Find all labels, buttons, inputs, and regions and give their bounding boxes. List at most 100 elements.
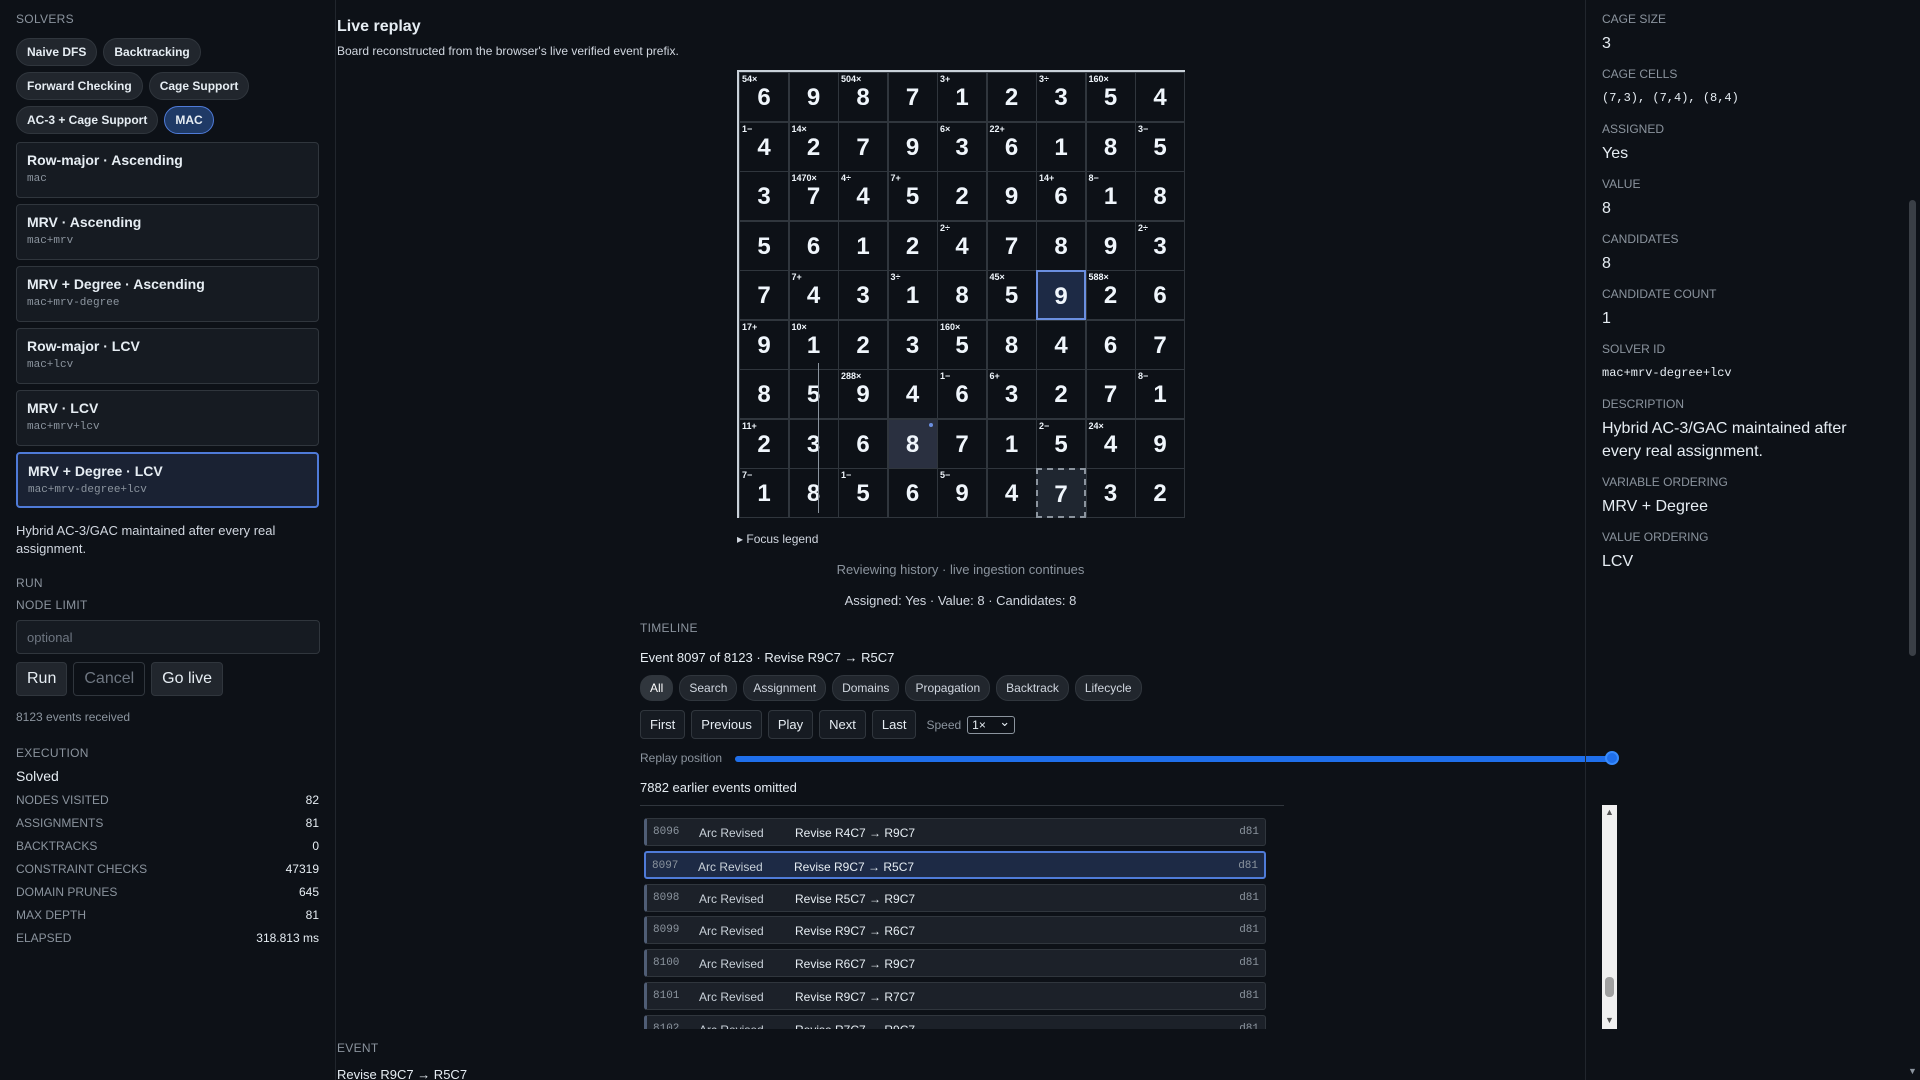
event-filter-chip[interactable]: Assignment [743,675,827,701]
board-cell[interactable]: 5 [788,369,839,419]
board-cell[interactable]: 6 [1135,270,1185,320]
board-cell[interactable]: 3 [1085,468,1136,518]
board-cell[interactable]: 6 1− [937,369,987,419]
board-cell[interactable]: 2 [937,171,987,221]
board-cell[interactable]: 1 8− [1135,369,1185,419]
board-cell[interactable]: 5 45× [986,270,1037,320]
board-cell[interactable]: 8 504× [838,72,888,122]
solver-option[interactable]: MRV · LCV mac+mrv+lcv [16,390,319,446]
page-scrollbar[interactable]: ▼ [1905,0,1920,1080]
board-cell[interactable]: 7 [1085,369,1136,419]
board-cell[interactable]: 9 [1036,270,1086,320]
solver-family-chip[interactable]: Cage Support [148,72,250,100]
board-cell[interactable]: 3 [739,171,789,221]
board-cell[interactable]: 4 24× [1085,418,1136,469]
board-cell[interactable]: 2 588× [1085,270,1136,320]
event-row[interactable]: 8101 Arc Revised Revise R9C7 → R7C7 d81 [644,982,1266,1010]
board-cell[interactable]: 3 6× [937,121,987,172]
board-cell[interactable]: 6 22+ [986,121,1037,172]
board-cell[interactable]: 9 [788,72,839,122]
focus-legend-toggle[interactable]: ▸ Focus legend [737,532,818,546]
board-cell[interactable]: 1 [838,220,888,271]
board-cell[interactable]: 2 [986,72,1037,122]
board-cell[interactable]: 1 3+ [937,72,987,122]
playback-first-button[interactable]: First [640,710,686,739]
go-live-button[interactable]: Go live [151,662,223,696]
board-cell[interactable]: 4 [1036,319,1086,370]
solver-family-chip[interactable]: Naive DFS [16,38,98,66]
solver-option[interactable]: MRV + Degree · Ascending mac+mrv-degree [16,266,319,322]
board-cell[interactable]: 8 [986,319,1037,370]
event-filter-chip[interactable]: Lifecycle [1074,675,1142,701]
board-cell[interactable]: 6 54× [739,72,789,122]
solver-option[interactable]: MRV + Degree · LCV mac+mrv-degree+lcv [16,452,319,508]
board-cell[interactable]: 1 7− [739,468,789,518]
playback-previous-button[interactable]: Previous [691,710,762,739]
event-row[interactable]: 8097 Arc Revised Revise R9C7 → R5C7 d81 [644,850,1266,879]
event-filter-chip[interactable]: Domains [832,675,900,701]
board-cell[interactable]: 7 1470× [788,171,839,221]
solver-family-chip[interactable]: AC-3 + Cage Support [16,106,159,134]
board-cell[interactable]: 8 [1135,171,1185,221]
board-cell[interactable]: 9 [887,121,938,172]
playback-next-button[interactable]: Next [819,710,866,739]
event-row[interactable]: 8098 Arc Revised Revise R5C7 → R9C7 d81 [644,883,1266,912]
board-cell[interactable]: 5 160× [937,319,987,370]
solver-family-chip[interactable]: Forward Checking [16,72,143,100]
board-cell[interactable]: 4 7+ [788,270,839,320]
board-cell[interactable]: 9 17+ [739,319,789,370]
board-cell[interactable]: 1 8− [1085,171,1136,221]
board-cell[interactable]: 6 [838,418,888,469]
board-cell[interactable]: 1 [986,418,1037,469]
board-cell[interactable]: 6 14+ [1036,171,1086,221]
board-cell[interactable]: 8 [887,418,938,469]
event-row[interactable]: 8102 Arc Revised Revise R7C7 → R9C7 d81 [644,1014,1266,1029]
board-cell[interactable]: 2 [887,220,938,271]
board-cell[interactable]: 8 [788,468,839,518]
event-filter-chip[interactable]: Search [679,675,738,701]
playback-last-button[interactable]: Last [871,710,917,739]
board-cell[interactable]: 6 [1085,319,1136,370]
board-cell[interactable]: 4 1− [739,121,789,172]
board-cell[interactable]: 4 2÷ [937,220,987,271]
page-scroll-thumb[interactable] [1909,200,1916,656]
board-cell[interactable]: 4 4÷ [838,171,888,221]
event-filter-chip[interactable]: Backtrack [996,675,1069,701]
speed-select[interactable]: 1× ⌄ [967,714,1016,734]
board-cell[interactable]: 7 [887,72,938,122]
board-cell[interactable]: 9 5− [937,468,987,518]
cancel-button[interactable]: Cancel [73,662,146,696]
board-cell[interactable]: 5 2− [1036,418,1086,469]
solver-family-chip[interactable]: MAC [164,106,214,134]
board-cell[interactable]: 1 10× [788,319,839,370]
event-row[interactable]: 8099 Arc Revised Revise R9C7 → R6C7 d81 [644,916,1266,945]
board-cell[interactable]: 5 1− [838,468,888,518]
event-row[interactable]: 8100 Arc Revised Revise R6C7 → R9C7 d81 [644,949,1266,978]
replay-slider[interactable] [735,751,1620,765]
event-row[interactable]: 8096 Arc Revised Revise R4C7 → R9C7 d81 [644,818,1266,846]
board-cell[interactable]: 9 [986,171,1037,221]
board-cell[interactable]: 4 [986,468,1037,518]
board-cell[interactable]: 8 [937,270,987,320]
board-cell[interactable]: 3 [838,270,888,320]
board-cell[interactable]: 5 [739,220,789,271]
board-cell[interactable]: 7 [986,220,1037,271]
solver-option[interactable]: Row-major · Ascending mac [16,142,319,198]
board-cell[interactable]: 5 7+ [887,171,938,221]
board-cell[interactable]: 3 2÷ [1135,220,1185,271]
board-cell[interactable]: 1 [1036,121,1086,172]
board-cell[interactable]: 7 [838,121,888,172]
board-cell[interactable]: 4 [887,369,938,419]
page-scroll-down-icon[interactable]: ▼ [1908,1066,1917,1076]
board-cell[interactable]: 2 14× [788,121,839,172]
board-cell[interactable]: 9 [1135,418,1185,469]
board-cell[interactable]: 7 [1036,468,1086,518]
board-cell[interactable]: 1 3÷ [887,270,938,320]
board-cell[interactable]: 2 11+ [739,418,789,469]
event-filter-chip[interactable]: Propagation [905,675,991,701]
board-cell[interactable]: 5 3− [1135,121,1185,172]
board-cell[interactable]: 7 [937,418,987,469]
board-cell[interactable]: 3 3÷ [1036,72,1086,122]
board-cell[interactable]: 6 [788,220,839,271]
solver-family-chip[interactable]: Backtracking [103,38,201,66]
